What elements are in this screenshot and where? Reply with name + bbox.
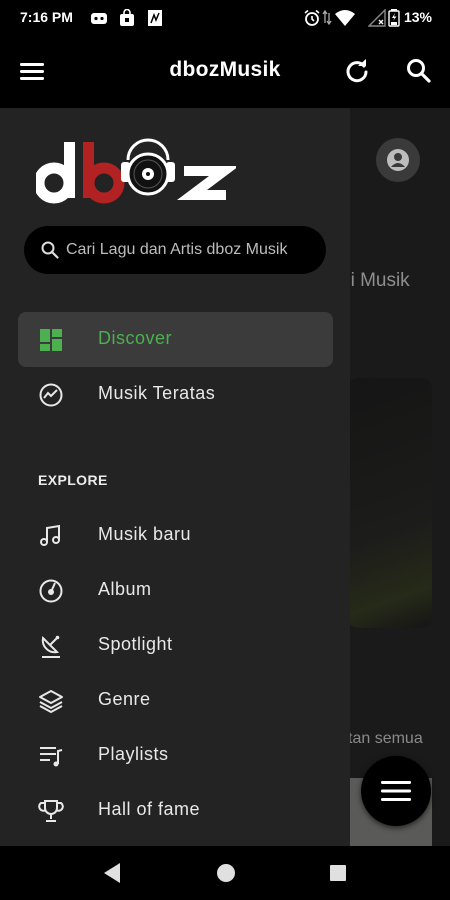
trending-icon xyxy=(39,383,63,407)
app-title: dbozMusik xyxy=(169,58,281,81)
navigation-drawer: Discover Musik Teratas EXPLORE Musik bar… xyxy=(0,108,350,846)
background-heading: pi Musik xyxy=(340,270,410,291)
music-note-icon xyxy=(40,524,60,546)
see-all-link[interactable]: tan semua xyxy=(348,730,423,748)
dashboard-icon xyxy=(40,329,62,351)
drawer-item-playlists[interactable]: Playlists xyxy=(18,728,333,783)
signal-icon xyxy=(368,9,386,27)
wifi-icon xyxy=(335,10,355,26)
drawer-item-label: Genre xyxy=(98,689,151,709)
data-arrows-icon xyxy=(322,9,332,26)
satellite-dish-icon xyxy=(41,635,60,658)
search-icon[interactable] xyxy=(406,58,432,84)
image-icon xyxy=(148,10,162,26)
playlist-icon xyxy=(40,747,63,767)
search-field[interactable] xyxy=(24,226,326,274)
drawer-item-label: Spotlight xyxy=(98,634,173,654)
search-input[interactable] xyxy=(66,226,314,274)
album-icon xyxy=(39,579,63,603)
account-circle-icon xyxy=(387,149,409,171)
drawer-item-discover[interactable]: Discover xyxy=(18,312,333,367)
status-time: 7:16 PM xyxy=(20,9,73,25)
dboz-logo xyxy=(36,138,236,204)
drawer-item-album[interactable]: Album xyxy=(18,563,333,618)
status-bar: 7:16 PM 13% xyxy=(0,0,450,36)
shopping-bag-icon xyxy=(120,9,134,26)
alarm-icon xyxy=(304,9,320,26)
drawer-item-label: Musik Teratas xyxy=(98,383,216,403)
back-icon[interactable] xyxy=(102,862,122,884)
drawer-item-label: Playlists xyxy=(98,744,169,764)
gamepad-icon xyxy=(91,13,107,24)
battery-percent: 13% xyxy=(403,9,432,25)
account-button[interactable] xyxy=(376,138,420,182)
battery-icon xyxy=(388,9,400,27)
home-icon[interactable] xyxy=(215,862,237,884)
drawer-item-label: Album xyxy=(98,579,152,599)
drawer-item-genre[interactable]: Genre xyxy=(18,673,333,728)
refresh-icon[interactable] xyxy=(344,58,370,84)
drawer-item-label: Discover xyxy=(98,328,173,348)
drawer-item-label: Musik baru xyxy=(98,524,192,544)
search-icon xyxy=(41,241,59,259)
drawer-item-musik-baru[interactable]: Musik baru xyxy=(18,508,333,563)
drawer-item-label: Hall of fame xyxy=(98,799,201,819)
section-title-explore: EXPLORE xyxy=(38,472,108,488)
hamburger-menu-icon xyxy=(381,781,411,801)
system-navigation-bar xyxy=(0,846,450,900)
layers-icon xyxy=(39,690,63,714)
recents-icon[interactable] xyxy=(328,863,348,883)
menu-fab[interactable] xyxy=(361,756,431,826)
app-bar: dbozMusik xyxy=(0,36,450,108)
trophy-icon xyxy=(38,800,64,822)
drawer-item-spotlight[interactable]: Spotlight xyxy=(18,618,333,673)
featured-card[interactable] xyxy=(348,378,432,628)
drawer-item-musik-teratas[interactable]: Musik Teratas xyxy=(18,367,333,422)
drawer-item-hall-of-fame[interactable]: Hall of fame xyxy=(18,783,333,838)
